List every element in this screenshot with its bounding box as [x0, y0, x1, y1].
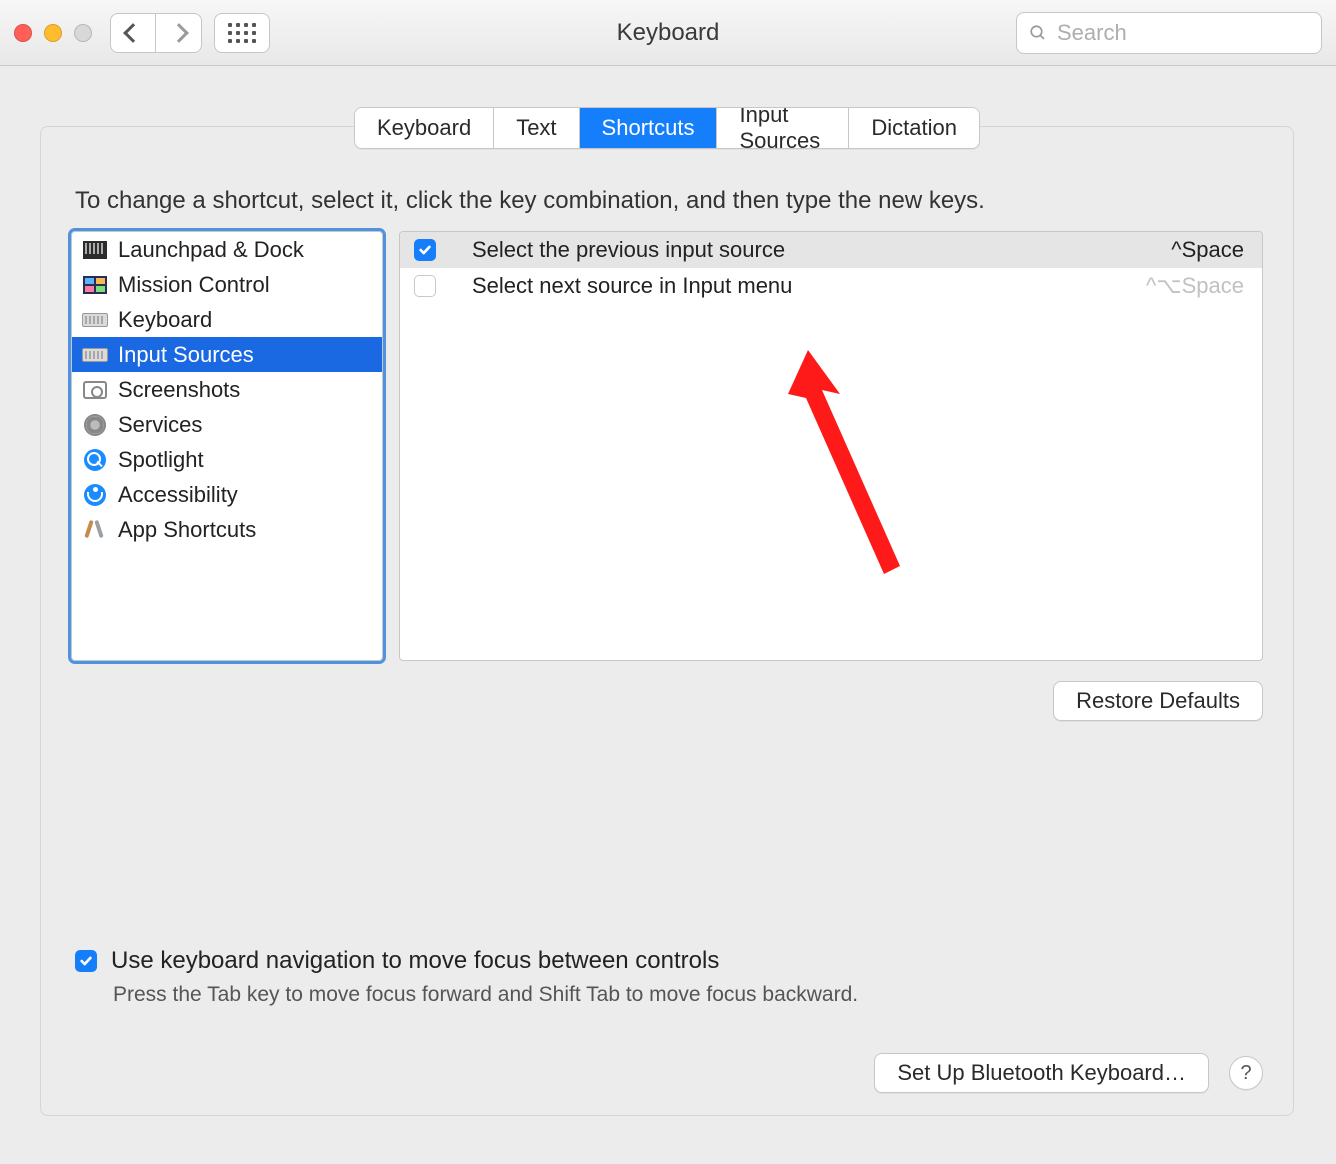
grid-icon: [228, 23, 256, 43]
sidebar-item-app-shortcuts[interactable]: App Shortcuts: [72, 512, 382, 547]
shortcut-key[interactable]: ^⌥Space: [1146, 273, 1244, 299]
launchpad-icon: [82, 237, 108, 263]
footer: Set Up Bluetooth Keyboard… ?: [41, 1053, 1293, 1093]
show-all-button[interactable]: [214, 13, 270, 53]
tab-dictation[interactable]: Dictation: [848, 108, 979, 148]
zoom-window-button[interactable]: [74, 24, 92, 42]
chevron-left-icon: [123, 23, 143, 43]
sidebar-item-label: Input Sources: [118, 342, 254, 368]
keyboard-icon: [82, 342, 108, 368]
back-button[interactable]: [110, 13, 156, 53]
sidebar-item-services[interactable]: Services: [72, 407, 382, 442]
shortcut-panes: Launchpad & Dock Mission Control Keyboar…: [41, 231, 1293, 661]
sidebar-item-label: Accessibility: [118, 482, 238, 508]
sidebar-item-input-sources[interactable]: Input Sources: [72, 337, 382, 372]
help-button[interactable]: ?: [1229, 1056, 1263, 1090]
window-titlebar: Keyboard: [0, 0, 1336, 66]
tab-shortcuts[interactable]: Shortcuts: [579, 108, 717, 148]
sidebar-item-label: Screenshots: [118, 377, 240, 403]
sidebar-item-label: App Shortcuts: [118, 517, 256, 543]
app-shortcuts-icon: [82, 517, 108, 543]
search-field-wrap[interactable]: [1016, 12, 1322, 54]
shortcut-label: Select next source in Input menu: [472, 273, 792, 299]
tab-keyboard[interactable]: Keyboard: [355, 108, 493, 148]
screenshot-icon: [82, 377, 108, 403]
sidebar-item-accessibility[interactable]: Accessibility: [72, 477, 382, 512]
keyboard-nav-row: Use keyboard navigation to move focus be…: [75, 947, 1259, 975]
restore-defaults-button[interactable]: Restore Defaults: [1053, 681, 1263, 721]
tab-input-sources[interactable]: Input Sources: [716, 108, 848, 148]
keyboard-icon: [82, 307, 108, 333]
category-sidebar[interactable]: Launchpad & Dock Mission Control Keyboar…: [71, 231, 383, 661]
accessibility-icon: [82, 482, 108, 508]
shortcut-label: Select the previous input source: [472, 237, 785, 263]
keyboard-nav-checkbox[interactable]: [75, 950, 97, 972]
forward-button[interactable]: [156, 13, 202, 53]
search-input[interactable]: [1057, 20, 1309, 46]
traffic-lights: [14, 24, 92, 42]
gear-icon: [82, 412, 108, 438]
sidebar-item-label: Keyboard: [118, 307, 212, 333]
sidebar-item-launchpad-dock[interactable]: Launchpad & Dock: [72, 232, 382, 267]
shortcut-key[interactable]: ^Space: [1171, 237, 1244, 263]
shortcut-detail-list[interactable]: Select the previous input source ^Space …: [399, 231, 1263, 661]
keyboard-nav-subtext: Press the Tab key to move focus forward …: [113, 983, 1259, 1007]
bluetooth-keyboard-button[interactable]: Set Up Bluetooth Keyboard…: [874, 1053, 1209, 1093]
mission-control-icon: [82, 272, 108, 298]
chevron-right-icon: [169, 23, 189, 43]
search-icon: [1029, 23, 1047, 43]
instruction-text: To change a shortcut, select it, click t…: [41, 183, 1293, 231]
shortcut-enable-checkbox[interactable]: [414, 239, 436, 261]
sidebar-item-spotlight[interactable]: Spotlight: [72, 442, 382, 477]
sidebar-item-mission-control[interactable]: Mission Control: [72, 267, 382, 302]
sidebar-item-label: Mission Control: [118, 272, 270, 298]
sidebar-item-label: Launchpad & Dock: [118, 237, 304, 263]
tab-bar: Keyboard Text Shortcuts Input Sources Di…: [354, 107, 980, 149]
keyboard-nav-label: Use keyboard navigation to move focus be…: [111, 947, 719, 975]
spotlight-icon: [82, 447, 108, 473]
close-window-button[interactable]: [14, 24, 32, 42]
sidebar-item-label: Spotlight: [118, 447, 204, 473]
nav-back-forward: [110, 13, 202, 53]
sidebar-item-label: Services: [118, 412, 202, 438]
shortcut-row-prev-input-source[interactable]: Select the previous input source ^Space: [400, 232, 1262, 268]
tab-text[interactable]: Text: [493, 108, 578, 148]
annotation-arrow-icon: [788, 350, 928, 590]
sidebar-item-keyboard[interactable]: Keyboard: [72, 302, 382, 337]
preferences-pane: Keyboard Text Shortcuts Input Sources Di…: [40, 126, 1294, 1116]
minimize-window-button[interactable]: [44, 24, 62, 42]
restore-defaults-wrap: Restore Defaults: [41, 661, 1293, 721]
shortcut-row-next-input-source[interactable]: Select next source in Input menu ^⌥Space: [400, 268, 1262, 304]
shortcut-enable-checkbox[interactable]: [414, 275, 436, 297]
sidebar-item-screenshots[interactable]: Screenshots: [72, 372, 382, 407]
